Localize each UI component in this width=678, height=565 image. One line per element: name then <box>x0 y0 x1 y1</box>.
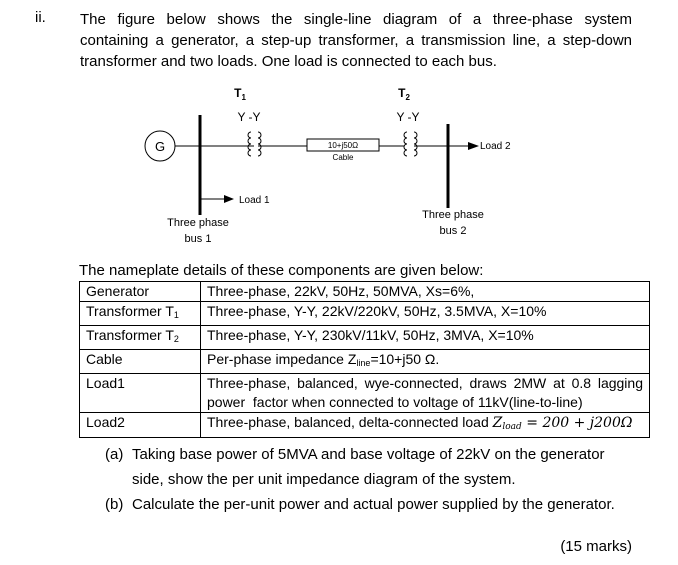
question-part-b: (b) Calculate the per-unit power and act… <box>105 492 633 517</box>
part-text: Taking base power of 5MVA and base volta… <box>132 446 605 488</box>
component-cell: Transformer T2 <box>79 325 201 350</box>
component-cell: Load2 <box>79 412 201 438</box>
details-cell: Three-phase, balanced, delta-connected l… <box>200 412 650 438</box>
bus-2-label-line1: Three phase <box>422 209 484 221</box>
t1-connection: Y -Y <box>237 110 260 124</box>
transformer-t1-coil-icon <box>247 131 262 157</box>
details-cell: Three-phase, 22kV, 50Hz, 50MVA, Xs=6%, <box>200 281 650 302</box>
t1-label: T1 <box>234 86 246 102</box>
table-row: Transformer T2 Three-phase, Y-Y, 230kV/1… <box>79 325 650 350</box>
component-cell: Transformer T1 <box>79 301 201 326</box>
table-row: Cable Per-phase impedance Zline=10+j50 Ω… <box>79 349 650 374</box>
generator-label: G <box>155 139 165 154</box>
table-row: Transformer T1 Three-phase, Y-Y, 22kV/22… <box>79 301 650 326</box>
nameplate-table: Generator Three-phase, 22kV, 50Hz, 50MVA… <box>79 281 650 438</box>
load-2-label: Load 2 <box>480 141 511 152</box>
single-line-diagram: G Load 1 T1 Y -Y 10+j50Ω Cable T2 Y -Y L… <box>144 86 511 245</box>
bus-2-label-line2: bus 2 <box>440 225 467 237</box>
details-cell: Per-phase impedance Zline=10+j50 Ω. <box>200 349 650 374</box>
details-cell: Three-phase, Y-Y, 230kV/11kV, 50Hz, 3MVA… <box>200 325 650 350</box>
details-cell: Three-phase, balanced, wye-connected, dr… <box>200 373 650 413</box>
load-2-arrow-icon <box>468 142 479 150</box>
t2-connection: Y -Y <box>396 110 419 124</box>
marks: (15 marks) <box>560 538 632 555</box>
component-cell: Load1 <box>79 373 201 413</box>
bus-1-label-line1: Three phase <box>167 217 229 229</box>
table-row: Load1 Three-phase, balanced, wye-connect… <box>79 373 650 413</box>
component-cell: Generator <box>79 281 201 302</box>
nameplate-title: The nameplate details of these component… <box>79 262 484 279</box>
transformer-t2-coil-icon <box>403 131 418 157</box>
details-cell: Three-phase, Y-Y, 22kV/220kV, 50Hz, 3.5M… <box>200 301 650 326</box>
question-parts: (a) Taking base power of 5MVA and base v… <box>105 442 633 517</box>
load-1-arrow-icon <box>224 195 234 203</box>
load-1-label: Load 1 <box>239 195 270 206</box>
cable-impedance: 10+j50Ω <box>328 141 358 150</box>
part-label: (a) <box>105 446 124 463</box>
component-cell: Cable <box>79 349 201 374</box>
t2-label: T2 <box>398 86 410 102</box>
bus-1-label-line2: bus 1 <box>185 233 212 245</box>
question-part-a: (a) Taking base power of 5MVA and base v… <box>105 442 633 492</box>
part-text: Calculate the per-unit power and actual … <box>132 496 615 513</box>
cable-label: Cable <box>333 153 354 162</box>
table-row: Generator Three-phase, 22kV, 50Hz, 50MVA… <box>79 281 650 302</box>
table-row: Load2 Three-phase, balanced, delta-conne… <box>79 412 650 438</box>
part-label: (b) <box>105 496 124 513</box>
